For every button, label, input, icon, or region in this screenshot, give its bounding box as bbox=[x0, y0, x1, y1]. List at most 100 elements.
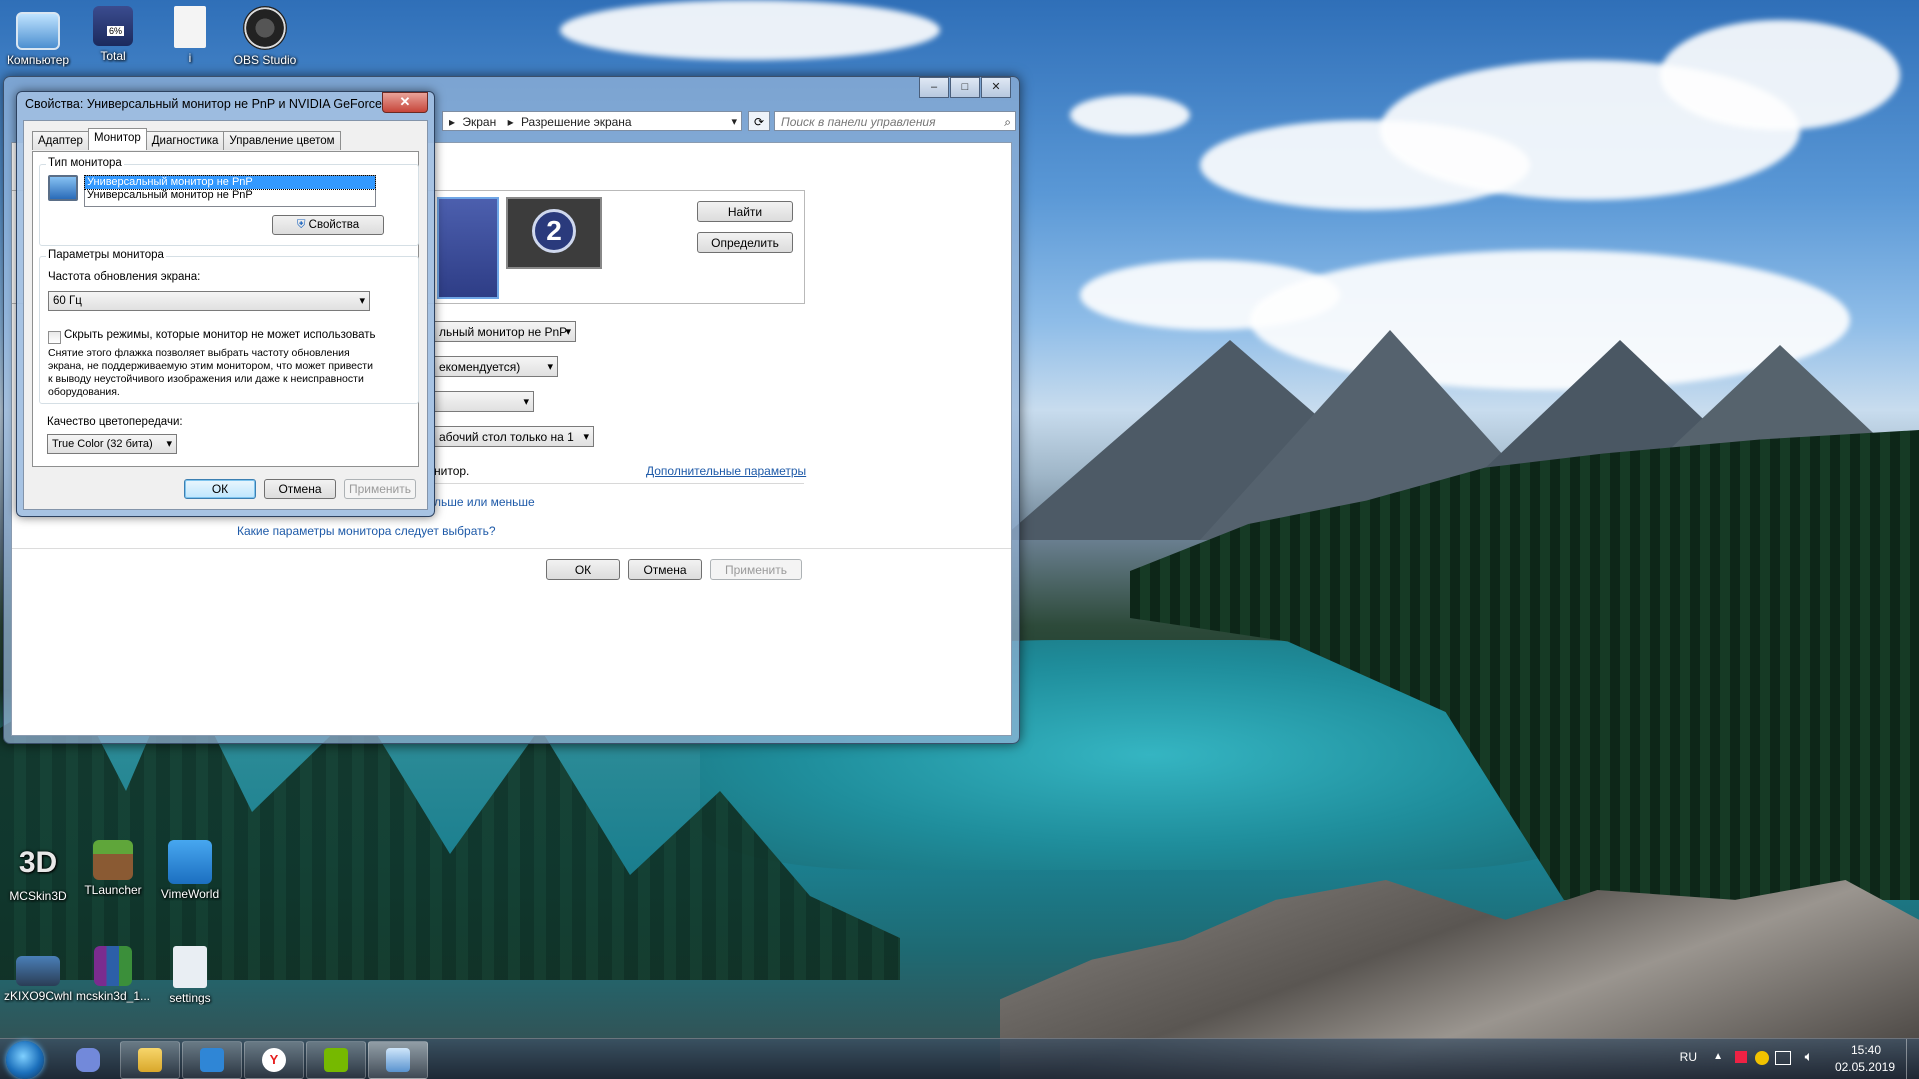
winrar-icon bbox=[94, 946, 132, 986]
tab-adapter[interactable]: Адаптер bbox=[32, 131, 89, 150]
start-button[interactable] bbox=[6, 1041, 44, 1079]
taskbar: Y RU ▲ 🔈︎ 15:40 02.05.2019 bbox=[0, 1038, 1919, 1079]
refresh-icon[interactable]: ⟳ bbox=[748, 111, 770, 131]
desktop-icon-label: Total bbox=[100, 49, 126, 63]
shield-tray-icon[interactable] bbox=[1755, 1051, 1769, 1065]
search-input[interactable]: Поиск в панели управления ⌕ bbox=[774, 111, 1016, 131]
close-button[interactable]: ✕ bbox=[981, 77, 1011, 98]
which-settings-link[interactable]: Какие параметры монитора следует выбрать… bbox=[237, 524, 496, 538]
breadcrumb-screen[interactable]: Экран bbox=[462, 115, 496, 129]
taskbar-discord[interactable] bbox=[58, 1041, 118, 1079]
desktop-icon-mcskin3d[interactable]: 3D MCSkin3D bbox=[0, 840, 76, 903]
tab-monitor[interactable]: Монитор bbox=[87, 128, 147, 150]
address-bar[interactable]: ▸ Экран ▸ Разрешение экрана ▾ bbox=[442, 111, 742, 131]
desktop-icon-total[interactable]: 6% Total bbox=[75, 6, 151, 63]
taskbar-vimeworld[interactable] bbox=[182, 1041, 242, 1079]
search-icon[interactable]: ⌕ bbox=[1004, 112, 1011, 132]
refresh-rate-select[interactable]: 60 Гц bbox=[48, 291, 370, 311]
monitor-2-badge: 2 bbox=[532, 209, 576, 253]
desktop-icon-i[interactable]: i bbox=[152, 6, 228, 65]
divider bbox=[434, 483, 804, 484]
advanced-settings-link[interactable]: Дополнительные параметры bbox=[646, 464, 806, 478]
orientation-select[interactable] bbox=[434, 391, 534, 412]
multiple-displays-select[interactable]: абочий стол только на 1 bbox=[434, 426, 594, 447]
breadcrumb-resolution[interactable]: Разрешение экрана bbox=[521, 115, 632, 129]
desktop-icon-settings[interactable]: settings bbox=[152, 946, 228, 1005]
floppy-badge: 6% bbox=[107, 26, 125, 36]
list-item[interactable]: Универсальный монитор не PnP bbox=[84, 175, 376, 190]
clock-time[interactable]: 15:40 bbox=[1851, 1043, 1881, 1057]
computer-icon bbox=[16, 12, 60, 50]
volume-icon[interactable]: 🔈︎ bbox=[1805, 1048, 1813, 1065]
dialog-apply-button[interactable]: Применить bbox=[344, 479, 416, 499]
monitor-settings-group: Параметры монитора Частота обновления эк… bbox=[39, 249, 419, 404]
shield-icon: ⛨ bbox=[296, 219, 306, 231]
show-desktop-button[interactable] bbox=[1906, 1039, 1919, 1079]
monitor-2-tile[interactable]: 2 bbox=[506, 197, 602, 269]
settings-icon bbox=[173, 946, 207, 988]
desktop-icon-label: MCSkin3D bbox=[9, 889, 67, 903]
flag-icon[interactable] bbox=[1735, 1051, 1747, 1063]
footer-divider bbox=[12, 548, 1011, 549]
tlauncher-icon bbox=[93, 840, 133, 880]
network-icon[interactable] bbox=[1775, 1051, 1791, 1065]
tab-strip: Адаптер Монитор Диагностика Управление ц… bbox=[32, 128, 341, 150]
discord-icon bbox=[76, 1048, 100, 1072]
detect-button[interactable]: Определить bbox=[697, 232, 793, 253]
close-icon[interactable]: ✕ bbox=[382, 92, 428, 113]
refresh-rate-label: Частота обновления экрана: bbox=[48, 271, 201, 283]
monitor-type-group: Тип монитора Универсальный монитор не Pn… bbox=[39, 157, 419, 246]
desktop-icon-mcskin3d-archive[interactable]: mcskin3d_1... bbox=[75, 946, 151, 1003]
dialog-ok-button[interactable]: ОК bbox=[184, 479, 256, 499]
floppy-icon: 6% bbox=[93, 6, 133, 46]
desktop-icon-label: i bbox=[188, 51, 192, 65]
control-panel-icon bbox=[386, 1048, 410, 1072]
mcskin3d-icon: 3D bbox=[18, 846, 58, 879]
taskbar-control-panel[interactable] bbox=[368, 1041, 428, 1079]
hide-modes-note: Снятие этого флажка позволяет выбрать ча… bbox=[48, 347, 373, 398]
monitor-1-tile[interactable] bbox=[437, 197, 499, 299]
list-item[interactable]: Универсальный монитор не PnP bbox=[85, 189, 375, 202]
text-size-link[interactable]: льше или меньше bbox=[434, 495, 535, 509]
monitor-tab-panel: Тип монитора Универсальный монитор не Pn… bbox=[32, 151, 419, 467]
display-select[interactable]: льный монитор не PnP bbox=[434, 321, 576, 342]
language-indicator[interactable]: RU bbox=[1680, 1050, 1697, 1064]
taskbar-yandex[interactable]: Y bbox=[244, 1041, 304, 1079]
desktop-icon-label: settings bbox=[169, 991, 211, 1005]
main-display-text: нитор. bbox=[434, 464, 470, 478]
dialog-body: Адаптер Монитор Диагностика Управление ц… bbox=[23, 120, 428, 510]
minimize-button[interactable]: – bbox=[919, 77, 949, 98]
desktop-icon-obs[interactable]: OBS Studio bbox=[227, 6, 303, 67]
explorer-icon bbox=[138, 1048, 162, 1072]
breadcrumb-separator: ▸ bbox=[449, 115, 456, 129]
maximize-button[interactable]: □ bbox=[950, 77, 980, 98]
chevron-down-icon[interactable]: ▾ bbox=[731, 112, 737, 132]
ok-button[interactable]: ОК bbox=[546, 559, 620, 580]
taskbar-explorer[interactable] bbox=[120, 1041, 180, 1079]
color-quality-label: Качество цветопередачи: bbox=[47, 416, 183, 428]
tab-diagnostics[interactable]: Диагностика bbox=[145, 131, 225, 150]
hide-modes-label[interactable]: Скрыть режимы, которые монитор не может … bbox=[64, 329, 376, 341]
hide-modes-checkbox[interactable] bbox=[48, 331, 61, 344]
monitor-properties-button[interactable]: ⛨ Свойства bbox=[272, 215, 384, 235]
desktop-icon-label: zKIXO9Cwhl bbox=[3, 989, 73, 1003]
cancel-button[interactable]: Отмена bbox=[628, 559, 702, 580]
monitor-icon bbox=[48, 175, 78, 201]
tab-color-management[interactable]: Управление цветом bbox=[223, 131, 341, 150]
apply-button[interactable]: Применить bbox=[710, 559, 802, 580]
desktop-icon-zkixo[interactable]: zKIXO9Cwhl bbox=[0, 946, 76, 1003]
color-quality-select[interactable]: True Color (32 бита) bbox=[47, 434, 177, 454]
clock-date[interactable]: 02.05.2019 bbox=[1835, 1060, 1895, 1074]
tray-expand-icon[interactable]: ▲ bbox=[1713, 1051, 1723, 1062]
find-button[interactable]: Найти bbox=[697, 201, 793, 222]
dialog-cancel-button[interactable]: Отмена bbox=[264, 479, 336, 499]
desktop-icon-computer[interactable]: Компьютер bbox=[0, 6, 76, 67]
dialog-title: Свойства: Универсальный монитор не PnP и… bbox=[25, 97, 395, 111]
monitor-list[interactable]: Универсальный монитор не PnP Универсальн… bbox=[84, 175, 376, 207]
window-caption-buttons: – □ ✕ bbox=[918, 77, 1011, 98]
taskbar-nvidia[interactable] bbox=[306, 1041, 366, 1079]
desktop-icon-vimeworld[interactable]: VimeWorld bbox=[152, 840, 228, 901]
desktop-icon-tlauncher[interactable]: TLauncher bbox=[75, 840, 151, 897]
desktop-icon-label: OBS Studio bbox=[233, 53, 297, 67]
resolution-select[interactable]: екомендуется) bbox=[434, 356, 558, 377]
